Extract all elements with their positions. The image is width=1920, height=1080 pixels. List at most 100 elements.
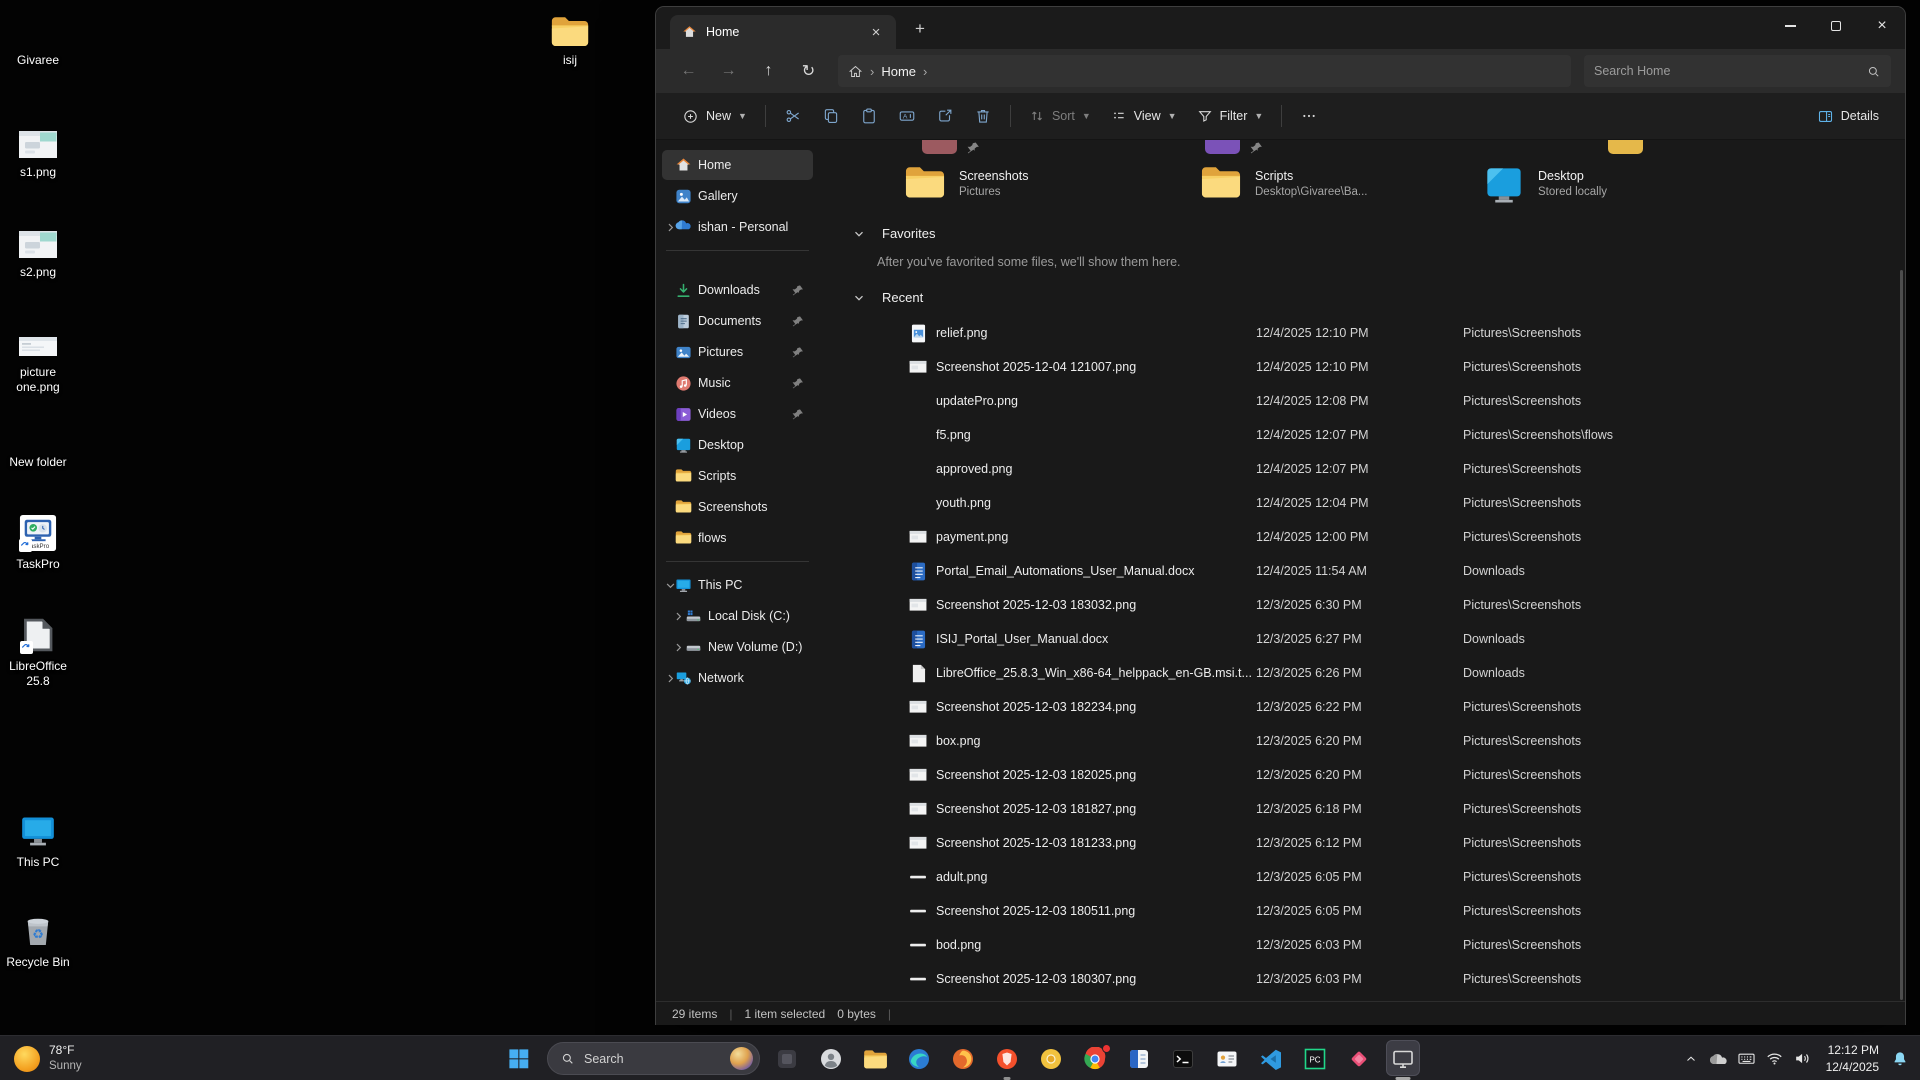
sidebar-item-local-disk-c[interactable]: Local Disk (C:) bbox=[662, 601, 813, 631]
taskbar-app-chrome-canary[interactable] bbox=[1029, 1036, 1073, 1080]
chevron-down-icon[interactable] bbox=[853, 292, 865, 304]
sidebar-item-downloads[interactable]: Downloads bbox=[662, 275, 813, 305]
file-row[interactable]: box.png12/3/2025 6:20 PMPictures\Screens… bbox=[819, 724, 1897, 758]
sidebar-item-home[interactable]: Home bbox=[662, 150, 813, 180]
quick-access-card-scripts[interactable]: ScriptsDesktop\Givaree\Ba... bbox=[1200, 164, 1368, 202]
taskbar-search[interactable]: Search bbox=[547, 1042, 760, 1075]
tab-home[interactable]: Home × bbox=[670, 15, 896, 49]
sidebar-item-this-pc[interactable]: This PC bbox=[662, 570, 813, 600]
view-button[interactable]: View ▼ bbox=[1101, 99, 1187, 133]
bing-daily-icon[interactable] bbox=[730, 1047, 753, 1070]
taskbar-app-contact-card[interactable] bbox=[1205, 1036, 1249, 1080]
taskbar-app-chat[interactable] bbox=[809, 1036, 853, 1080]
sidebar-item-music[interactable]: Music bbox=[662, 368, 813, 398]
taskbar-app-vscode[interactable] bbox=[1249, 1036, 1293, 1080]
file-row[interactable]: Screenshot 2025-12-03 180307.png12/3/202… bbox=[819, 962, 1897, 996]
wifi-icon[interactable] bbox=[1761, 1036, 1789, 1080]
chevron-right-icon[interactable] bbox=[671, 642, 685, 653]
sidebar-item-documents[interactable]: Documents bbox=[662, 306, 813, 336]
file-row[interactable]: Screenshot 2025-12-03 180511.png12/3/202… bbox=[819, 894, 1897, 928]
onedrive-cloud-icon[interactable] bbox=[1705, 1036, 1733, 1080]
sidebar-item-pictures[interactable]: Pictures bbox=[662, 337, 813, 367]
weather-widget[interactable]: 78°F Sunny bbox=[14, 1036, 82, 1080]
quick-access-card-screenshots[interactable]: ScreenshotsPictures bbox=[904, 164, 1028, 202]
file-row[interactable]: Screenshot 2025-12-03 181827.png12/3/202… bbox=[819, 792, 1897, 826]
minimize-button[interactable] bbox=[1767, 7, 1813, 45]
search-icon[interactable] bbox=[1866, 64, 1881, 79]
vertical-scrollbar[interactable] bbox=[1900, 270, 1903, 1000]
details-button[interactable]: Details bbox=[1807, 99, 1889, 133]
chevron-down-icon[interactable] bbox=[853, 228, 865, 240]
chevron-up-icon[interactable] bbox=[1677, 1036, 1705, 1080]
forward-button[interactable]: → bbox=[710, 55, 747, 87]
taskbar-app-terminal[interactable] bbox=[1161, 1036, 1205, 1080]
paste-button[interactable] bbox=[850, 99, 888, 133]
file-row[interactable]: payment.png12/4/2025 12:00 PMPictures\Sc… bbox=[819, 520, 1897, 554]
taskbar-app-pycharm[interactable]: PC bbox=[1293, 1036, 1337, 1080]
file-row[interactable]: bod.png12/3/2025 6:03 PMPictures\Screens… bbox=[819, 928, 1897, 962]
file-row[interactable]: Portal_Email_Automations_User_Manual.doc… bbox=[819, 554, 1897, 588]
file-row[interactable]: Screenshot 2025-12-03 181233.png12/3/202… bbox=[819, 826, 1897, 860]
quick-access-card-desktop[interactable]: DesktopStored locally bbox=[1483, 164, 1607, 202]
cut-off-folder-icon[interactable] bbox=[922, 140, 957, 154]
sidebar-item-network[interactable]: Network bbox=[662, 663, 813, 693]
desktop-icon-s1[interactable]: s1.png bbox=[2, 120, 74, 180]
taskbar-app-widgets[interactable] bbox=[765, 1036, 809, 1080]
new-tab-button[interactable]: + bbox=[908, 17, 932, 41]
file-row[interactable]: updatePro.png12/4/2025 12:08 PMPictures\… bbox=[819, 384, 1897, 418]
breadcrumb-home[interactable]: Home bbox=[881, 64, 916, 79]
start-button[interactable] bbox=[507, 1047, 530, 1070]
sort-button[interactable]: Sort ▼ bbox=[1019, 99, 1101, 133]
filter-button[interactable]: Filter ▼ bbox=[1187, 99, 1274, 133]
back-button[interactable]: ← bbox=[670, 55, 707, 87]
taskbar-app-chrome[interactable] bbox=[1073, 1036, 1117, 1080]
file-row[interactable]: youth.png12/4/2025 12:04 PMPictures\Scre… bbox=[819, 486, 1897, 520]
desktop-icon-isij[interactable]: isij bbox=[534, 8, 606, 68]
file-row[interactable]: Screenshot 2025-12-03 182025.png12/3/202… bbox=[819, 758, 1897, 792]
taskbar-app-edge[interactable] bbox=[897, 1036, 941, 1080]
tab-close-icon[interactable]: × bbox=[864, 20, 888, 44]
taskbar-app-capture-window[interactable] bbox=[1381, 1036, 1425, 1080]
refresh-button[interactable]: ↻ bbox=[790, 55, 827, 87]
breadcrumb-chevron-icon[interactable]: › bbox=[923, 64, 927, 79]
file-row[interactable]: adult.png12/3/2025 6:05 PMPictures\Scree… bbox=[819, 860, 1897, 894]
more-options-button[interactable] bbox=[1290, 99, 1328, 133]
desktop-icon-taskpro[interactable]: TaskProTaskPro bbox=[2, 512, 74, 572]
close-button[interactable]: × bbox=[1859, 7, 1905, 45]
search-box[interactable]: Search Home bbox=[1584, 55, 1891, 87]
taskbar-app-office[interactable] bbox=[1117, 1036, 1161, 1080]
desktop-icon-thispc[interactable]: This PC bbox=[2, 810, 74, 870]
taskbar-app-brave[interactable] bbox=[985, 1036, 1029, 1080]
file-row[interactable]: relief.png12/4/2025 12:10 PMPictures\Scr… bbox=[819, 316, 1897, 350]
taskbar-clock[interactable]: 12:12 PM 12/4/2025 bbox=[1826, 1042, 1879, 1076]
volume-icon[interactable] bbox=[1789, 1036, 1817, 1080]
touch-keyboard-icon[interactable] bbox=[1733, 1036, 1761, 1080]
copy-button[interactable] bbox=[812, 99, 850, 133]
desktop-icon-newfolder[interactable]: New folder bbox=[2, 410, 74, 470]
maximize-button[interactable] bbox=[1813, 7, 1859, 45]
desktop-icon-s2[interactable]: s2.png bbox=[2, 220, 74, 280]
desktop-icon-pictureone[interactable]: picture one.png bbox=[2, 320, 74, 395]
cut-button[interactable] bbox=[774, 99, 812, 133]
delete-button[interactable] bbox=[964, 99, 1002, 133]
new-button[interactable]: New ▼ bbox=[672, 99, 757, 133]
chevron-right-icon[interactable] bbox=[671, 611, 685, 622]
sidebar-item-new-volume-d[interactable]: New Volume (D:) bbox=[662, 632, 813, 662]
taskbar-app-gem-app[interactable] bbox=[1337, 1036, 1381, 1080]
desktop-icon-libreoffice[interactable]: LibreOffice 25.8 bbox=[2, 614, 74, 689]
file-row[interactable]: f5.png12/4/2025 12:07 PMPictures\Screens… bbox=[819, 418, 1897, 452]
file-row[interactable]: approved.png12/4/2025 12:07 PMPictures\S… bbox=[819, 452, 1897, 486]
share-button[interactable] bbox=[926, 99, 964, 133]
notification-bell-icon[interactable] bbox=[1886, 1036, 1914, 1080]
sidebar-item-flows[interactable]: flows bbox=[662, 523, 813, 553]
file-row[interactable]: LibreOffice_25.8.3_Win_x86-64_helppack_e… bbox=[819, 656, 1897, 690]
sidebar-item-scripts[interactable]: Scripts bbox=[662, 461, 813, 491]
file-row[interactable]: Screenshot 2025-12-03 183032.png12/3/202… bbox=[819, 588, 1897, 622]
file-row[interactable]: ISIJ_Portal_User_Manual.docx12/3/2025 6:… bbox=[819, 622, 1897, 656]
sidebar-item-gallery[interactable]: Gallery bbox=[662, 181, 813, 211]
recent-section-header[interactable]: Recent bbox=[853, 290, 923, 305]
taskbar-app-file-explorer[interactable] bbox=[853, 1036, 897, 1080]
cut-off-folder-icon[interactable] bbox=[1608, 140, 1643, 154]
file-row[interactable]: Screenshot 2025-12-04 121007.png12/4/202… bbox=[819, 350, 1897, 384]
sidebar-item-onedrive[interactable]: ishan - Personal bbox=[662, 212, 813, 242]
